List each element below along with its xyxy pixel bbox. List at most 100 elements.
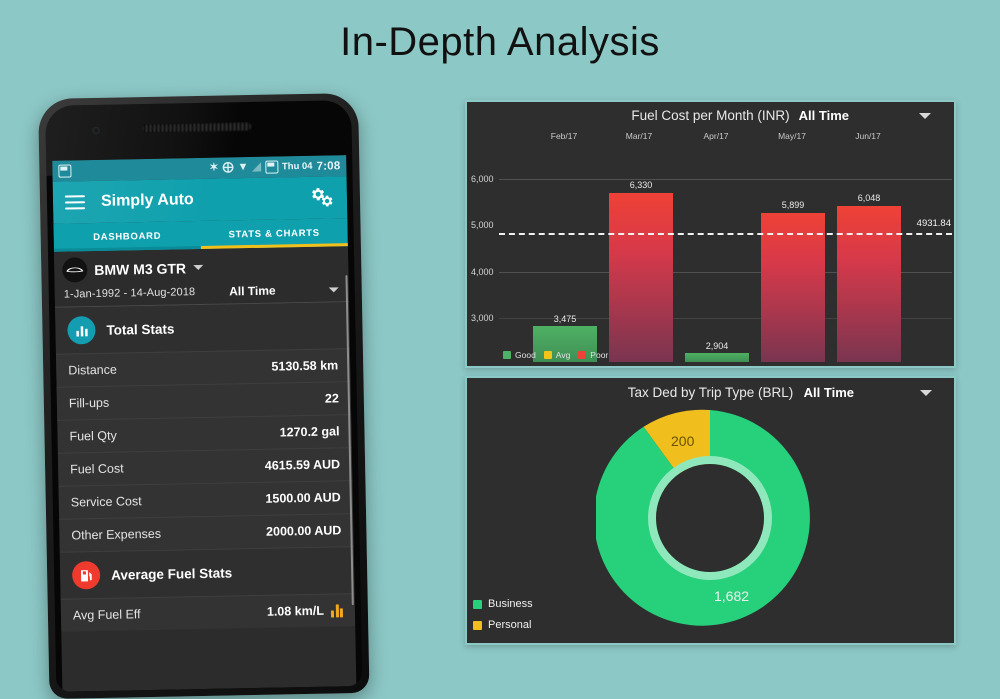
stat-label: Fill-ups	[68, 395, 110, 411]
tab-bar: DASHBOARD STATS & CHARTS	[53, 218, 348, 252]
stat-label: Avg Fuel Eff	[72, 607, 141, 623]
status-bar-day: Thu 04	[281, 160, 313, 173]
y-tick-label: 6,000	[471, 174, 494, 184]
bar-chart-header: Fuel Cost per Month (INR) All Time	[467, 102, 954, 128]
legend-swatch-personal	[473, 620, 482, 630]
section-title: Total Stats	[106, 320, 175, 338]
stat-label: Other Expenses	[71, 526, 162, 543]
legend-swatch-avg	[543, 351, 552, 359]
stat-label: Distance	[68, 362, 118, 378]
table-row[interactable]: Avg Fuel Eff 1.08 km/L	[60, 593, 356, 632]
stat-value: 4615.59 AUD	[264, 457, 341, 473]
page-title: In-Depth Analysis	[340, 20, 660, 64]
legend-item-good: Good	[503, 350, 536, 360]
app-bar: Simply Auto	[52, 176, 348, 224]
phone-screen: ✶ ⨁ ▼ ◢ Thu 04 7:08 Simply Auto DASHBOAR…	[52, 155, 357, 692]
section-header-average-fuel-stats: Average Fuel Stats	[59, 546, 355, 599]
donut-hole	[656, 464, 764, 572]
mini-bar-chart-icon[interactable]	[330, 603, 344, 618]
bar-value-label: 2,904	[705, 341, 729, 351]
legend-item-avg: Avg	[543, 350, 571, 360]
stat-value: 1.08 km/L	[266, 603, 344, 619]
legend-swatch-poor	[578, 351, 587, 359]
status-bar-time: 7:08	[316, 159, 341, 173]
bar-chart-title: Fuel Cost per Month (INR)	[631, 107, 790, 123]
donut-chart-header: Tax Ded by Trip Type (BRL) All Time	[467, 378, 954, 406]
vehicle-row[interactable]: BMW M3 GTR	[62, 252, 340, 283]
legend-swatch-business	[473, 599, 482, 609]
donut-chart-title: Tax Ded by Trip Type (BRL)	[627, 384, 794, 400]
period-chevron-down-icon[interactable]	[328, 286, 339, 293]
stat-label: Fuel Qty	[69, 428, 117, 444]
legend-label: Avg	[555, 350, 571, 360]
stat-value: 1500.00 AUD	[265, 490, 341, 506]
legend-item-personal: Personal	[473, 619, 533, 631]
date-range: 1-Jan-1992 - 14-Aug-2018	[63, 286, 196, 301]
y-tick-label: 3,000	[471, 313, 494, 323]
section-title: Average Fuel Stats	[111, 564, 233, 583]
legend-label: Business	[488, 598, 533, 610]
legend-item-poor: Poor	[578, 350, 608, 360]
stat-label: Fuel Cost	[70, 461, 124, 477]
fuel-pump-icon	[71, 560, 101, 590]
gear-icon[interactable]	[309, 185, 335, 209]
legend-item-business: Business	[473, 598, 533, 610]
bar-mar17[interactable]	[609, 193, 673, 362]
date-range-row[interactable]: 1-Jan-1992 - 14-Aug-2018 All Time	[63, 282, 341, 301]
bar-chart-plot: Feb/17 Mar/17 Apr/17 May/17 Jun/17 6,000…	[467, 128, 954, 362]
gridline	[499, 179, 952, 180]
stat-value: 2000.00 AUD	[265, 523, 342, 539]
donut-chart-plot: 200 1,682 Business Personal	[467, 406, 954, 639]
x-tick-label: Feb/17	[550, 131, 578, 141]
bar-chart-range-label[interactable]: All Time	[799, 108, 849, 123]
phone-mockup: ✶ ⨁ ▼ ◢ Thu 04 7:08 Simply Auto DASHBOAR…	[38, 92, 370, 699]
y-tick-label: 4,000	[471, 267, 494, 277]
x-tick-label: Apr/17	[703, 131, 729, 141]
tax-deduction-donut-chart-panel: Tax Ded by Trip Type (BRL) All Time 200 …	[465, 376, 956, 645]
sd-card-icon	[264, 160, 279, 174]
bar-may17[interactable]	[761, 213, 825, 362]
bar-value-label: 6,048	[857, 193, 881, 203]
wifi-icon: ▼	[237, 161, 249, 174]
section-header-total-stats: Total Stats	[55, 302, 350, 354]
period-label: All Time	[229, 283, 276, 299]
legend-label: Poor	[590, 350, 609, 360]
legend-label: Good	[515, 350, 536, 360]
donut-value-business: 1,682	[714, 588, 750, 604]
bar-value-label: 6,330	[629, 180, 653, 190]
vehicle-selector: BMW M3 GTR 1-Jan-1992 - 14-Aug-2018 All …	[53, 246, 349, 307]
donut-chart[interactable]	[593, 404, 824, 632]
x-tick-label: Mar/17	[625, 131, 653, 141]
screen-record-icon	[58, 164, 72, 178]
chevron-down-icon[interactable]	[193, 264, 204, 271]
y-tick-label: 5,000	[471, 220, 494, 230]
average-line	[499, 233, 952, 235]
car-icon	[62, 257, 88, 283]
vehicle-name: BMW M3 GTR	[94, 259, 187, 278]
legend-label: Personal	[488, 619, 532, 631]
stat-value: 5130.58 km	[271, 358, 339, 374]
bar-value-label: 3,475	[553, 314, 577, 324]
x-tick-label: Jun/17	[855, 131, 881, 141]
x-tick-label: May/17	[778, 131, 806, 141]
stat-value: 22	[324, 391, 339, 406]
average-value-label: 4931.84	[916, 218, 951, 229]
bar-chart-icon	[67, 316, 96, 345]
bar-chart-chevron-down-icon[interactable]	[919, 113, 931, 119]
stat-value-text: 1.08 km/L	[266, 603, 325, 619]
status-bar-right: ✶ ⨁ ▼ ◢ Thu 04 7:08	[209, 159, 340, 175]
donut-chart-chevron-down-icon[interactable]	[920, 390, 932, 396]
bar-jun17[interactable]	[837, 206, 901, 362]
hamburger-menu-icon[interactable]	[64, 195, 86, 210]
stat-label: Service Cost	[70, 494, 142, 510]
status-bar-left	[58, 162, 209, 178]
bluetooth-icon: ✶	[209, 161, 219, 174]
donut-chart-range-label[interactable]: All Time	[804, 385, 854, 400]
donut-chart-legend: Business Personal	[473, 598, 533, 631]
phone-body: ✶ ⨁ ▼ ◢ Thu 04 7:08 Simply Auto DASHBOAR…	[45, 100, 363, 692]
app-title: Simply Auto	[100, 191, 194, 210]
donut-value-personal: 200	[671, 433, 695, 449]
front-camera-icon	[92, 126, 100, 135]
signal-icon: ◢	[252, 160, 262, 173]
bar-apr17[interactable]	[685, 353, 749, 362]
